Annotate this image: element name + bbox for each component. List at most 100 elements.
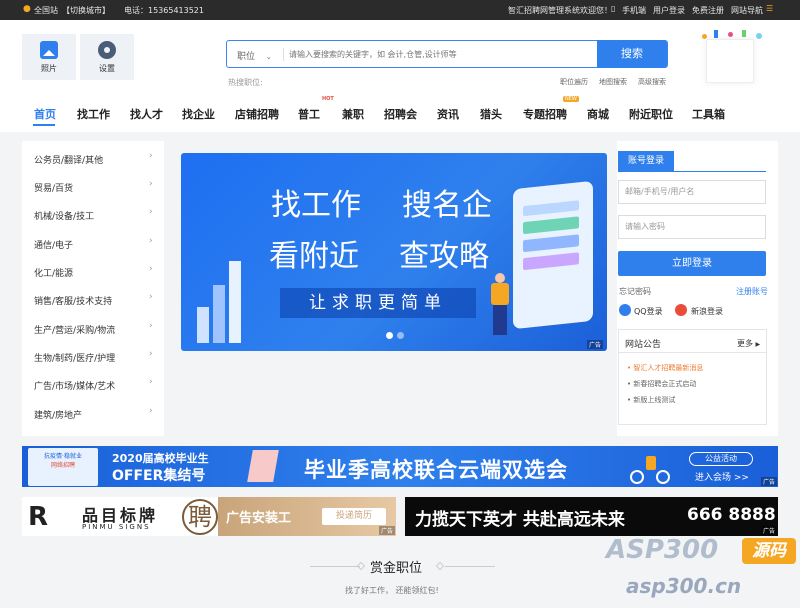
activity-badge: 公益活动	[689, 452, 753, 466]
site-nav-link[interactable]: 网站导航	[731, 5, 763, 16]
nav-headhunter[interactable]: 猎头	[480, 106, 502, 122]
site-label: 全国站	[34, 6, 58, 15]
map-search-link[interactable]: 地图搜索	[599, 77, 627, 87]
free-register-link[interactable]: 免费注册	[692, 5, 724, 16]
reward-title: 赏金职位	[370, 561, 423, 576]
category-item[interactable]: 生物/制药/医疗/护理	[34, 351, 115, 364]
recruit-seal: 聘	[182, 499, 218, 535]
category-item[interactable]: 销售/客服/技术支持	[34, 294, 112, 307]
pinmu-ad-banner[interactable]: R 品目标牌 PINMU SIGNS 聘 广告安装工 投递简历 广告	[22, 497, 396, 536]
category-item[interactable]: 生产/营运/采购/物流	[34, 323, 115, 336]
chevron-right-icon: ›	[149, 207, 153, 217]
password-field[interactable]: 请输入密码	[618, 215, 766, 239]
phone-text: 电话：15365413521	[124, 6, 204, 15]
location-icon: ●	[23, 4, 31, 14]
nav-job-fair[interactable]: 招聘会	[384, 106, 417, 122]
diamond-icon	[356, 561, 366, 571]
talent-ad-banner[interactable]: 力揽天下英才 共赴高远未来 666 8888 广告	[405, 497, 778, 536]
notice-item[interactable]: • 新版上线测试	[627, 395, 675, 405]
hot-badge: HOT	[322, 96, 334, 102]
chevron-down-icon: ⌄	[265, 53, 272, 61]
nav-special-recruit[interactable]: 专题招聘	[523, 106, 567, 122]
banner-offer-text: OFFER集结号	[112, 468, 206, 484]
header: 照片 设置 职位 ⌄ 搜索 热搜职位: 职位遍历 地图搜索 高级搜索 首页 找工…	[0, 20, 800, 132]
ad-label: 广告	[760, 477, 777, 486]
login-button[interactable]: 立即登录	[618, 251, 766, 276]
nav-find-talent[interactable]: 找人才	[130, 106, 163, 122]
job-fair-banner[interactable]: 抗疫情·稳就业 网络招聘 2020届高校毕业生 OFFER集结号 毕业季高校联合…	[22, 446, 778, 487]
category-item[interactable]: 贸易/百货	[34, 181, 73, 194]
settings-label: 设置	[99, 64, 115, 73]
carousel-dot[interactable]	[386, 332, 393, 339]
bar-chart-illustration	[195, 261, 255, 343]
switch-city-link[interactable]: 【切换城市】	[62, 5, 110, 16]
category-item[interactable]: 广告/市场/媒体/艺术	[34, 379, 115, 392]
watermark-tag: 源码	[742, 538, 796, 564]
confetti-decoration	[694, 30, 774, 50]
nav-find-job[interactable]: 找工作	[77, 106, 110, 122]
search-input[interactable]	[289, 46, 589, 62]
menu-icon[interactable]: ☰	[766, 4, 773, 13]
nav-home[interactable]: 首页	[34, 106, 56, 122]
diamond-icon	[435, 561, 445, 571]
category-item[interactable]: 公务员/翻译/其他	[34, 153, 103, 166]
enter-venue-link[interactable]: 进入会场 >>	[695, 470, 749, 483]
hero-nearby: 看附近	[269, 239, 359, 274]
notice-box: 网站公告 更多 ▶ • 智汇人才招聘最新消息 • 新春招聘会正式启动 • 新版上…	[618, 329, 767, 425]
nav-mall[interactable]: 商城	[587, 106, 609, 122]
ad-label: 广告	[378, 526, 395, 535]
user-login-link[interactable]: 用户登录	[653, 5, 685, 16]
search-type-select[interactable]: 职位 ⌄	[237, 49, 272, 62]
chevron-right-icon: ›	[149, 151, 153, 161]
hero-slogan: 让求职更简单	[309, 293, 447, 313]
chevron-right-icon: ›	[149, 179, 153, 189]
qq-login-link[interactable]: QQ登录	[634, 306, 663, 317]
hero-guide: 查攻略	[399, 239, 489, 274]
watermark-domain: asp300.cn	[626, 574, 742, 598]
hero-carousel[interactable]: 找工作 搜名企 看附近 查攻略 让求职更简单 广告	[181, 153, 607, 351]
chevron-right-icon: ›	[149, 377, 153, 387]
nav-news[interactable]: 资讯	[437, 106, 459, 122]
weibo-icon[interactable]	[675, 304, 687, 316]
welcome-text: 智汇招聘网管理系统欢迎您！	[508, 6, 612, 15]
category-item[interactable]: 化工/能源	[34, 266, 73, 279]
job-traverse-link[interactable]: 职位遍历	[560, 77, 588, 87]
nav-shop-recruit[interactable]: 店铺招聘	[235, 106, 279, 122]
photo-tile[interactable]: 照片	[22, 34, 76, 80]
settings-tile[interactable]: 设置	[80, 34, 134, 80]
nav-find-company[interactable]: 找企业	[182, 106, 215, 122]
hero-find-job: 找工作	[271, 188, 361, 223]
forgot-password-link[interactable]: 忘记密码	[619, 286, 651, 297]
pencil-illustration	[247, 450, 279, 482]
triangle-right-icon: ▶	[755, 341, 761, 348]
advanced-search-link[interactable]: 高级搜索	[638, 77, 666, 87]
category-panel: 公务员/翻译/其他 › 贸易/百货 › 机械/设备/技工 › 通信/电子 › 化工/能源…	[22, 141, 164, 436]
ad-label: 广告	[586, 340, 603, 349]
nav-toolbox[interactable]: 工具箱	[692, 106, 725, 122]
category-item[interactable]: 建筑/房地产	[34, 408, 82, 421]
hot-search-label: 热搜职位:	[228, 78, 263, 87]
category-item[interactable]: 机械/设备/技工	[34, 209, 94, 222]
notice-item[interactable]: • 新春招聘会正式启动	[627, 379, 696, 389]
carousel-dot[interactable]	[397, 332, 404, 339]
notice-more-link[interactable]: 更多 ▶	[737, 338, 760, 349]
notice-title: 网站公告	[625, 340, 662, 350]
nav-general-worker[interactable]: 普工	[298, 106, 320, 122]
username-field[interactable]: 邮箱/手机号/用户名	[618, 180, 766, 204]
account-login-tab[interactable]: 账号登录	[618, 151, 674, 171]
search-button[interactable]: 搜索	[597, 40, 667, 68]
nav-part-time[interactable]: 兼职	[342, 106, 364, 122]
doctors-illustration: 抗疫情·稳就业 网络招聘	[28, 448, 98, 486]
category-item[interactable]: 通信/电子	[34, 238, 73, 251]
register-account-link[interactable]: 注册账号	[736, 286, 768, 297]
nav-nearby-jobs[interactable]: 附近职位	[629, 106, 673, 122]
weibo-login-link[interactable]: 新浪登录	[691, 306, 723, 317]
new-badge: NEW	[563, 96, 579, 102]
top-bar: ● 全国站 【切换城市】 电话：15365413521 智汇招聘网管理系统欢迎您…	[0, 0, 800, 20]
qq-icon[interactable]	[619, 304, 631, 316]
person-illustration	[491, 273, 509, 339]
notice-item[interactable]: • 智汇人才招聘最新消息	[627, 363, 703, 373]
mobile-link[interactable]: 手机端	[622, 5, 646, 16]
apply-resume-button[interactable]: 投递简历	[322, 508, 386, 525]
pinmu-logo: R	[28, 502, 49, 532]
